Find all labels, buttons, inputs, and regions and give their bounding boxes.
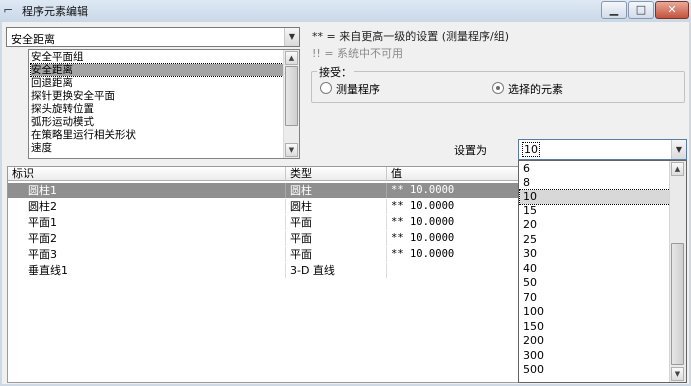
dropdown-option[interactable]: 20 <box>520 218 670 232</box>
set-as-combo[interactable]: 10 ▼ <box>518 139 687 160</box>
parameter-combo-value: 安全距离 <box>11 33 55 46</box>
cell-id: 平面3 <box>8 247 286 262</box>
radio-measurement-program[interactable] <box>320 82 332 94</box>
dropdown-option-selected[interactable]: 10 <box>519 189 671 205</box>
parameter-list-item[interactable]: 速度 <box>31 142 283 154</box>
cell-id: 圆柱2 <box>8 199 286 214</box>
table-row[interactable]: 平面2 平面 ** 10.0000 <box>8 231 518 246</box>
cell-type: 平面 <box>286 231 387 246</box>
scroll-up-icon[interactable]: ▲ <box>285 51 298 65</box>
radio-selected-elements-label[interactable]: 选择的元素 <box>508 81 563 97</box>
cell-value: ** 10.0000 <box>391 232 455 244</box>
cell-id: 平面1 <box>8 215 286 230</box>
parameter-list-item[interactable]: 回退距离 <box>31 77 283 89</box>
dropdown-option[interactable]: 150 <box>520 320 670 334</box>
dropdown-option[interactable]: 15 <box>520 204 670 218</box>
parameter-list-item[interactable]: 在策略里运行相关形状 <box>31 129 283 141</box>
cell-value: ** 10.0000 <box>391 248 455 260</box>
radio-measurement-program-label[interactable]: 测量程序 <box>336 81 380 97</box>
table-row[interactable]: 垂直线1 3-D 直线 <box>8 263 518 278</box>
chevron-down-icon[interactable]: ▼ <box>284 28 299 46</box>
scroll-down-icon[interactable]: ▼ <box>285 143 298 157</box>
parameter-list-item[interactable]: 探头旋转位置 <box>31 103 283 115</box>
parameter-combo[interactable]: 安全距离 ▼ <box>6 27 300 47</box>
dropdown-option[interactable]: 40 <box>520 262 670 276</box>
maximize-button[interactable]: □ <box>628 1 654 19</box>
unavailable-note: !! = 系统中不可用 <box>312 47 404 60</box>
cell-id: 垂直线1 <box>8 263 286 278</box>
dropdown-option[interactable]: 70 <box>520 291 670 305</box>
radio-checked-dot <box>496 86 500 90</box>
scroll-down-icon[interactable]: ▼ <box>671 367 684 381</box>
parameter-list-item[interactable]: 探针更换安全平面 <box>31 90 283 102</box>
cell-value: ** 10.0000 <box>391 200 455 212</box>
set-as-dropdown-list[interactable]: 6 8 10 15 20 25 30 40 50 70 100 150 200 … <box>518 160 687 383</box>
parameter-list-item[interactable]: 弧形运动模式 <box>31 116 283 128</box>
cell-type: 圆柱 <box>286 199 387 214</box>
dropdown-option[interactable]: 25 <box>520 233 670 247</box>
dropdown-option[interactable]: 500 <box>520 363 670 377</box>
dropdown-option[interactable]: 30 <box>520 247 670 261</box>
set-as-value[interactable]: 10 <box>522 142 540 157</box>
parameter-list-scrollbar[interactable]: ▲ ▼ <box>283 50 299 158</box>
table-row[interactable]: 圆柱2 圆柱 ** 10.0000 <box>8 199 518 214</box>
element-table[interactable]: 标识 类型 值 圆柱1 圆柱 ** 10.0000 圆柱2 圆柱 ** 10.0… <box>7 166 519 383</box>
dropdown-option[interactable]: 6 <box>520 162 670 176</box>
dropdown-option[interactable]: 100 <box>520 305 670 319</box>
dropdown-option[interactable]: 8 <box>520 176 670 190</box>
minimize-button[interactable]: ▁ <box>601 1 627 19</box>
close-button[interactable]: ✕ <box>655 1 689 19</box>
parameter-list-item[interactable]: 安全平面组 <box>31 51 283 63</box>
parameter-list-item-selected[interactable]: 安全距离 <box>30 63 284 77</box>
parameter-list[interactable]: 安全平面组 安全距离 回退距离 探针更换安全平面 探头旋转位置 弧形运动模式 在… <box>28 49 300 159</box>
dropdown-option[interactable]: 300 <box>520 349 670 363</box>
window-title: 程序元素编辑 <box>22 5 88 18</box>
table-row[interactable]: 平面3 平面 ** 10.0000 <box>8 247 518 262</box>
chevron-down-icon[interactable]: ▼ <box>671 140 686 159</box>
radio-selected-elements[interactable] <box>492 82 504 94</box>
table-row-selected[interactable]: 圆柱1 圆柱 ** 10.0000 <box>8 183 518 198</box>
column-header-value[interactable]: 值 <box>387 167 518 181</box>
cell-type: 圆柱 <box>286 183 387 198</box>
title-bar <box>0 0 691 22</box>
dropdown-option[interactable]: 50 <box>520 276 670 290</box>
app-icon: ⌐ <box>3 3 14 17</box>
cell-type: 平面 <box>286 215 387 230</box>
cell-type: 3-D 直线 <box>286 263 387 278</box>
dropdown-option[interactable]: 200 <box>520 334 670 348</box>
table-row[interactable]: 平面1 平面 ** 10.0000 <box>8 215 518 230</box>
scroll-up-icon[interactable]: ▲ <box>671 162 684 176</box>
cell-value: ** 10.0000 <box>391 184 455 196</box>
cell-id: 平面2 <box>8 231 286 246</box>
cell-value <box>387 263 518 278</box>
scroll-thumb[interactable] <box>285 66 298 126</box>
inherited-note: ** = 来自更高一级的设置 (测量程序/组) <box>312 30 509 43</box>
scroll-thumb[interactable] <box>671 243 684 365</box>
accept-group-label: 接受： <box>317 64 354 80</box>
column-header-id[interactable]: 标识 <box>8 167 286 181</box>
set-as-label: 设置为 <box>454 144 487 157</box>
column-header-type[interactable]: 类型 <box>286 167 387 181</box>
cell-value: ** 10.0000 <box>391 216 455 228</box>
cell-type: 平面 <box>286 247 387 262</box>
cell-id: 圆柱1 <box>8 183 286 198</box>
dropdown-scrollbar[interactable]: ▲ ▼ <box>669 161 686 382</box>
